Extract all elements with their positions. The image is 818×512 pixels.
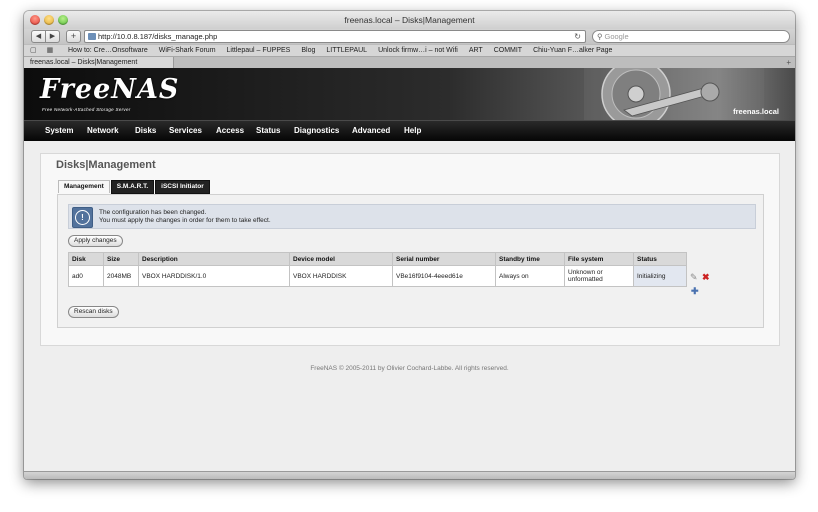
page-footer: FreeNAS © 2005-2011 by Olivier Cochard-L…	[310, 365, 509, 372]
table-header-row: Disk Size Description Device model Seria…	[68, 252, 687, 266]
freenas-logo: FreeNAS	[40, 74, 180, 105]
bookmark-item[interactable]: Chiu-Yuan F…alker Page	[533, 47, 612, 54]
menu-item-advanced[interactable]: Advanced	[352, 121, 390, 141]
new-tab-button[interactable]: +	[66, 30, 81, 43]
minimize-window-button[interactable]	[44, 15, 54, 25]
disks-table: Disk Size Description Device model Seria…	[68, 252, 687, 287]
forward-button[interactable]: ▶	[46, 30, 60, 43]
tab-iscsi-initiator[interactable]: iSCSI Initiator	[155, 180, 210, 194]
col-device-model: Device model	[289, 252, 393, 266]
cell-device-model: VBOX HARDDISK	[289, 265, 393, 287]
cell-size: 2048MB	[103, 265, 139, 287]
notice-line-1: The configuration has been changed.	[99, 209, 207, 216]
menu-item-system[interactable]: System	[45, 121, 73, 141]
info-icon: !	[72, 207, 93, 228]
page-title: Disks|Management	[56, 159, 156, 171]
hostname-label: freenas.local	[733, 107, 779, 116]
cell-standby-time: Always on	[495, 265, 565, 287]
col-serial-number: Serial number	[392, 252, 496, 266]
bookmark-item[interactable]: ART	[469, 47, 483, 54]
col-size: Size	[103, 252, 139, 266]
address-bar[interactable]: http://10.0.8.187/disks_manage.php ↻	[84, 30, 586, 43]
bookmark-item[interactable]: Littlepaul – FUPPES	[227, 47, 291, 54]
search-icon: ⚲	[597, 32, 603, 41]
delete-icon[interactable]: ✖	[702, 272, 710, 282]
bookmark-item[interactable]: Unlock firmw…i – not Wifi	[378, 47, 458, 54]
edit-icon[interactable]: ✎	[690, 272, 698, 282]
menu-item-diagnostics[interactable]: Diagnostics	[294, 121, 339, 141]
section-tabs: Management S.M.A.R.T. iSCSI Initiator	[58, 180, 210, 194]
window-title: freenas.local – Disks|Management	[344, 15, 475, 25]
favicon-icon	[88, 33, 96, 40]
menu-item-access[interactable]: Access	[216, 121, 244, 141]
config-changed-notice: ! The configuration has been changed. Yo…	[68, 204, 756, 229]
bookmark-item[interactable]: How to: Cre…Onsoftware	[68, 47, 148, 54]
traffic-lights	[30, 15, 68, 25]
nav-buttons: ◀ ▶	[31, 30, 60, 43]
browser-window: freenas.local – Disks|Management ◀ ▶ + h…	[24, 11, 795, 479]
window-titlebar: freenas.local – Disks|Management	[24, 11, 795, 29]
page-content: FreeNAS Free Network-Attached Storage Se…	[24, 68, 795, 471]
table-row: ad0 2048MB VBOX HARDDISK/1.0 VBOX HARDDI…	[68, 265, 687, 287]
col-file-system: File system	[564, 252, 634, 266]
search-field[interactable]: ⚲ Google	[592, 30, 790, 43]
menu-item-disks[interactable]: Disks	[135, 121, 156, 141]
tab-smart[interactable]: S.M.A.R.T.	[110, 180, 155, 194]
reading-list-icon[interactable]: ▢	[30, 47, 37, 54]
file-system-line-1: Unknown or	[568, 269, 603, 276]
menu-item-help[interactable]: Help	[404, 121, 421, 141]
cell-file-system: Unknown or unformatted	[564, 265, 634, 287]
col-disk: Disk	[68, 252, 104, 266]
browser-toolbar: ◀ ▶ + http://10.0.8.187/disks_manage.php…	[24, 29, 795, 44]
close-window-button[interactable]	[30, 15, 40, 25]
notice-line-2: You must apply the changes in order for …	[99, 217, 271, 224]
main-panel: Disks|Management Management S.M.A.R.T. i…	[40, 153, 780, 346]
browser-status-bar	[24, 471, 795, 479]
cell-disk: ad0	[68, 265, 104, 287]
top-sites-icon[interactable]: ▦	[47, 47, 54, 54]
rescan-disks-button[interactable]: Rescan disks	[68, 306, 119, 318]
apply-changes-button[interactable]: Apply changes	[68, 235, 123, 247]
col-description: Description	[138, 252, 290, 266]
main-menu: System Network Disks Services Access Sta…	[24, 120, 795, 141]
bookmark-item[interactable]: LITTLEPAUL	[326, 47, 367, 54]
cell-description: VBOX HARDDISK/1.0	[138, 265, 290, 287]
cell-serial-number: VBe16f9104-4eeed61e	[392, 265, 496, 287]
tab-management[interactable]: Management	[58, 180, 110, 193]
add-disk-icon[interactable]: ✚	[691, 286, 699, 296]
file-system-line-2: unformatted	[568, 276, 603, 283]
url-text: http://10.0.8.187/disks_manage.php	[98, 32, 218, 41]
zoom-window-button[interactable]	[58, 15, 68, 25]
bookmark-item[interactable]: COMMIT	[494, 47, 522, 54]
col-status: Status	[633, 252, 687, 266]
reload-icon[interactable]: ↻	[574, 31, 581, 42]
bookmark-item[interactable]: WiFi-Shark Forum	[159, 47, 216, 54]
menu-item-services[interactable]: Services	[169, 121, 202, 141]
menu-item-status[interactable]: Status	[256, 121, 280, 141]
menu-item-network[interactable]: Network	[87, 121, 119, 141]
bookmark-item[interactable]: Blog	[301, 47, 315, 54]
col-standby-time: Standby time	[495, 252, 565, 266]
management-box: ! The configuration has been changed. Yo…	[57, 194, 764, 328]
logo-tagline: Free Network-Attached Storage Server	[42, 107, 131, 112]
cell-status: Initializing	[633, 265, 687, 287]
back-button[interactable]: ◀	[31, 30, 46, 43]
search-placeholder: Google	[604, 32, 629, 41]
